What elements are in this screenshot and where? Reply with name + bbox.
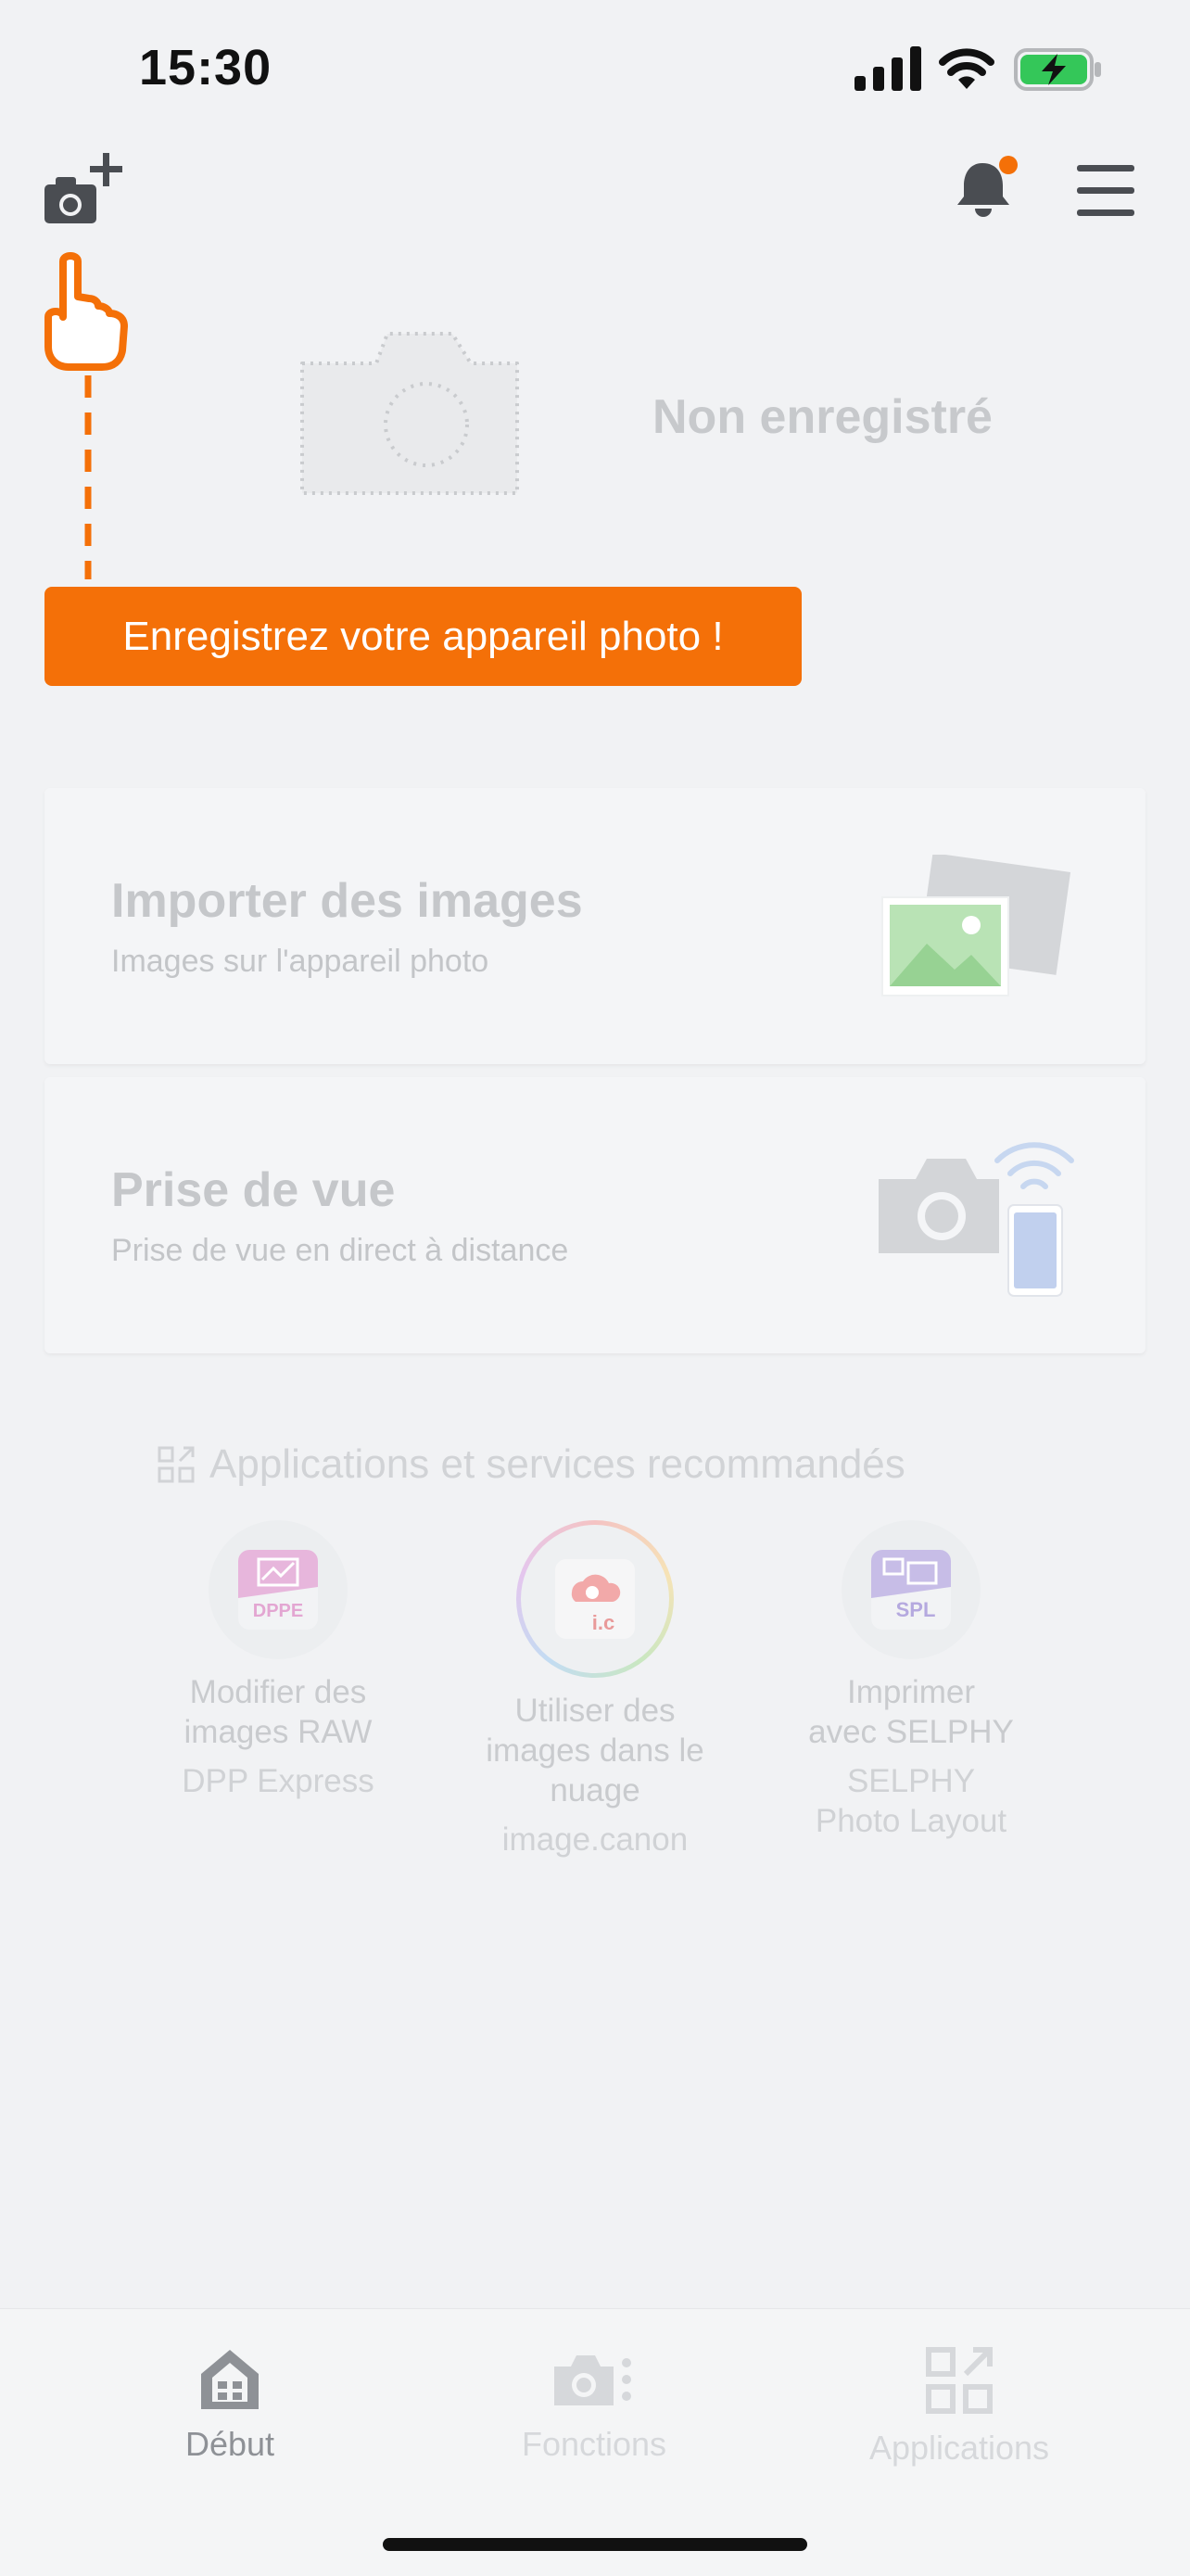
app-desc-line: Imprimer [846,1674,976,1710]
import-images-card[interactable]: Importer des images Images sur l'apparei… [44,788,1146,1064]
tab-label: Applications [868,2429,1050,2467]
selphy-badge-text: SPL [896,1598,936,1621]
app-description: Modifier des images RAW [139,1672,417,1752]
home-icon [201,2350,259,2409]
tab-label: Fonctions [521,2425,667,2463]
apps-grid-icon [926,2347,993,2414]
app-icon-circle: DPPE [209,1520,348,1659]
wifi-icon [939,48,994,89]
app-name-line: image.canon [501,1821,689,1858]
pointing-hand-icon [44,252,128,371]
app-name: SELPHY Photo Layout [772,1761,1050,1841]
app-description: Utiliser des images dans le nuage [456,1691,734,1810]
apps-grid-small-icon [158,1446,195,1483]
add-camera-button[interactable] [44,153,128,236]
notification-dot [999,156,1018,174]
import-images-title: Importer des images [111,874,583,928]
register-camera-label: Enregistrez votre appareil photo ! [122,613,724,659]
app-desc-line: images dans le [486,1732,704,1769]
app-desc-line: Modifier des [189,1674,367,1710]
remote-shooting-subtitle: Prise de vue en direct à distance [111,1233,569,1268]
app-name: image.canon [456,1820,734,1859]
import-images-subtitle: Images sur l'appareil photo [111,944,489,979]
camera-status-text: Non enregistré [652,390,993,444]
dpp-express-icon: DPPE [238,1550,318,1630]
tab-applications[interactable]: Applications [820,2346,1098,2468]
cellular-signal-icon [855,46,921,91]
tab-fonctions[interactable]: Fonctions [455,2346,733,2464]
camera-plus-icon [44,153,122,223]
recommended-apps-heading-text: Applications et services recommandés [209,1441,905,1487]
app-selphy-photo-layout[interactable]: SPL Imprimer avec SELPHY SELPHY Photo La… [772,1520,1050,1841]
guide-dashed-line [84,375,92,579]
camera-placeholder-icon [300,332,519,495]
bell-icon [957,156,1018,217]
recommended-apps-heading: Applications et services recommandés [158,1441,905,1488]
app-desc-line: images RAW [184,1714,373,1750]
status-time: 15:30 [139,40,272,95]
home-indicator[interactable] [383,2538,807,2551]
register-camera-button[interactable]: Enregistrez votre appareil photo ! [44,587,802,686]
remote-shooting-card[interactable]: Prise de vue Prise de vue en direct à di… [44,1077,1146,1353]
app-icon-circle: i.c [516,1520,674,1678]
camera-functions-icon [554,2355,631,2405]
hamburger-menu-icon [1077,165,1134,216]
app-image-canon[interactable]: i.c Utiliser des images dans le nuage im… [456,1520,734,1859]
app-name-line: Photo Layout [815,1803,1007,1839]
app-icon-circle: SPL [842,1520,981,1659]
bottom-tab-bar: Début Fonctions Applications [0,2308,1190,2576]
dpp-badge-text: DPPE [253,1601,303,1621]
tab-debut[interactable]: Début [91,2346,369,2464]
app-description: Imprimer avec SELPHY [772,1672,1050,1752]
selphy-photo-layout-icon: SPL [871,1550,951,1630]
tab-label: Début [184,2425,275,2463]
images-icon [881,855,1071,996]
app-dpp-express[interactable]: DPPE Modifier des images RAW DPP Express [139,1520,417,1801]
menu-button[interactable] [1077,163,1136,223]
remote-camera-icon [879,1142,1074,1297]
app-name-line: DPP Express [182,1763,374,1799]
battery-charging-icon [1014,48,1101,91]
app-desc-line: avec SELPHY [808,1714,1014,1750]
app-desc-line: Utiliser des [514,1693,676,1729]
app-name-line: SELPHY [846,1763,976,1799]
image-canon-icon: i.c [555,1559,635,1639]
image-canon-badge-text: i.c [592,1611,614,1634]
notifications-button[interactable] [955,156,1021,225]
app-desc-line: nuage [550,1772,640,1808]
remote-shooting-title: Prise de vue [111,1163,396,1217]
app-name: DPP Express [139,1761,417,1801]
